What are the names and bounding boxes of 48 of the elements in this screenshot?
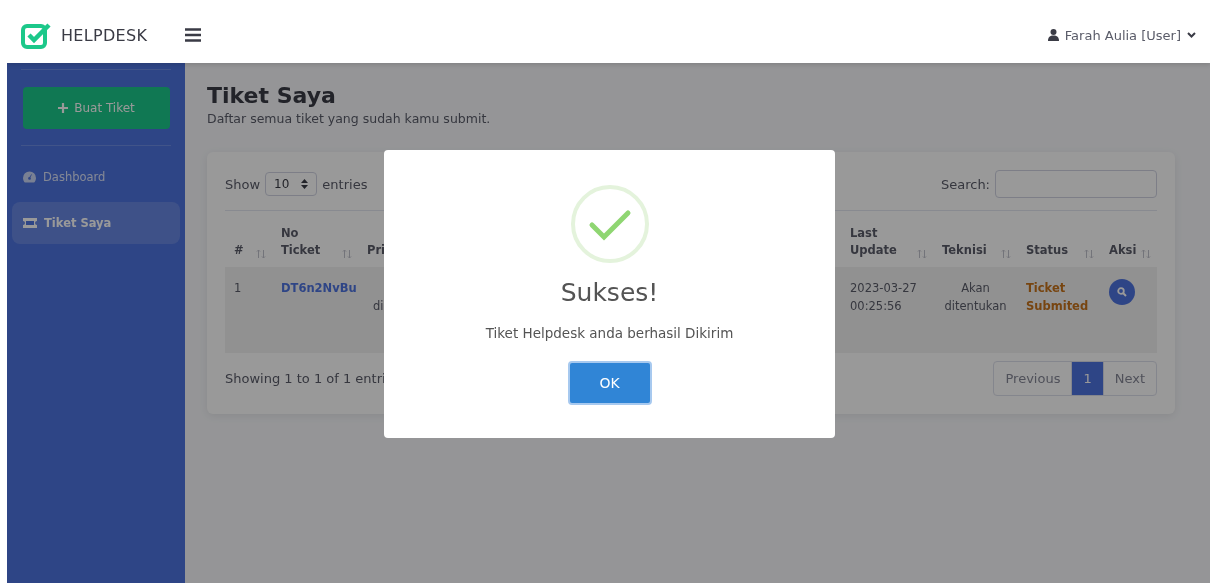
column-header: Teknisi bbox=[942, 242, 987, 259]
column-header: # bbox=[234, 242, 244, 259]
sort-icon[interactable] bbox=[342, 249, 352, 259]
entries-label: entries bbox=[322, 176, 368, 192]
dialog-title: Sukses! bbox=[560, 278, 659, 307]
pagination-button[interactable]: 1 bbox=[1071, 361, 1104, 396]
sort-icon[interactable] bbox=[917, 249, 927, 259]
column-header: Aksi bbox=[1109, 242, 1137, 259]
view-button[interactable] bbox=[1109, 279, 1135, 305]
column-header: No Ticket bbox=[281, 225, 322, 259]
gauge-icon bbox=[23, 171, 36, 183]
user-icon bbox=[1047, 29, 1059, 41]
sort-icon[interactable] bbox=[256, 249, 266, 259]
plus-icon bbox=[58, 103, 69, 113]
sidebar-item[interactable]: Dashboard bbox=[12, 156, 180, 198]
dialog-message: Tiket Helpdesk anda berhasil Dikirim bbox=[485, 325, 734, 341]
table-cell-text: 1 bbox=[234, 280, 242, 297]
menu-icon[interactable] bbox=[185, 28, 202, 42]
table-cell-text: Akan ditentukan bbox=[943, 280, 1008, 315]
sort-icon[interactable] bbox=[1084, 249, 1094, 259]
create-ticket-button[interactable]: Buat Tiket bbox=[23, 87, 170, 129]
ticket-link[interactable]: DT6n2NvBu bbox=[281, 279, 357, 297]
column-header: Status bbox=[1026, 242, 1069, 259]
column-header: Pri bbox=[367, 242, 386, 259]
checkbox-logo bbox=[21, 21, 51, 49]
brand-name: HELPDESK bbox=[61, 25, 148, 45]
ticket-icon bbox=[23, 218, 37, 228]
status-text: Ticket Submited bbox=[1026, 280, 1090, 315]
checkmark-icon bbox=[569, 184, 650, 264]
search-field[interactable] bbox=[995, 170, 1157, 198]
table-info: Showing 1 to 1 of 1 entri bbox=[225, 371, 386, 386]
up-down-caret-icon bbox=[301, 179, 309, 189]
table-cell-text: 2023-03-27 00:25:56 bbox=[850, 280, 918, 315]
table-cell-text: di bbox=[373, 298, 384, 315]
search-label: Search: bbox=[940, 176, 990, 192]
column-header: Last Update bbox=[850, 225, 898, 259]
sort-icon[interactable] bbox=[1141, 249, 1151, 259]
entries-select[interactable]: 10 bbox=[265, 172, 318, 196]
pagination-button[interactable]: Previous bbox=[993, 361, 1073, 396]
page-title: Tiket Saya bbox=[207, 83, 337, 108]
ok-button[interactable]: OK bbox=[567, 361, 652, 405]
search-icon bbox=[1117, 287, 1127, 297]
chevron-down-icon bbox=[1187, 32, 1196, 38]
show-label: Show bbox=[225, 176, 261, 192]
sort-icon[interactable] bbox=[1001, 249, 1011, 259]
user-menu[interactable]: Farah Aulia [User] bbox=[1047, 27, 1196, 43]
pagination-button[interactable]: Next bbox=[1102, 361, 1157, 396]
page-subtitle: Daftar semua tiket yang sudah kamu submit. bbox=[207, 111, 492, 126]
